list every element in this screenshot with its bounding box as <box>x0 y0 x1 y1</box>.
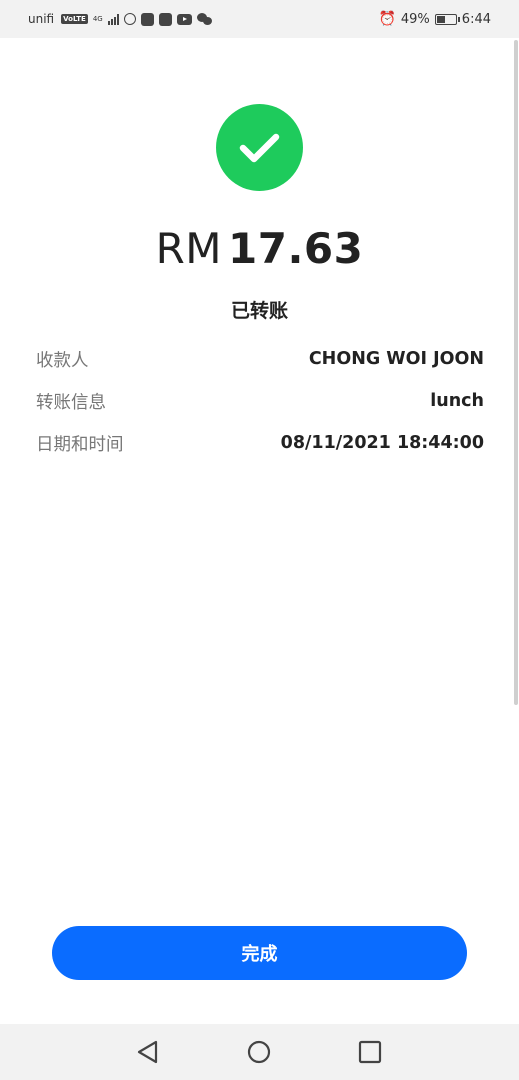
done-button[interactable]: 完成 <box>52 926 467 980</box>
wechat-icon <box>196 13 213 25</box>
transfer-status: 已转账 <box>230 300 288 322</box>
clock: 6:44 <box>461 11 491 27</box>
message-label: 转账信息 <box>36 392 106 413</box>
scroll-indicator[interactable] <box>514 40 518 705</box>
success-check-icon <box>216 104 303 191</box>
carrier-name: unifi <box>28 12 55 26</box>
status-bar-left: unifi VoLTE 4G <box>28 12 213 26</box>
notification-icon <box>140 12 154 26</box>
recipient-value: CHONG WOI JOON <box>308 349 484 369</box>
network-type: 4G <box>92 14 103 23</box>
amount-value: 17.63 <box>228 224 364 273</box>
detail-row-message: 转账信息 lunch <box>36 386 484 416</box>
detail-row-recipient: 收款人 CHONG WOI JOON <box>36 344 484 374</box>
status-bar: unifi VoLTE 4G ⏰ 49% 6:44 <box>0 0 519 38</box>
youtube-icon <box>176 13 192 25</box>
inbox-icon <box>158 12 172 26</box>
alarm-icon: ⏰ <box>378 11 396 27</box>
message-value: lunch <box>430 391 484 411</box>
recipient-label: 收款人 <box>36 350 89 371</box>
battery-icon <box>434 13 460 25</box>
back-icon[interactable] <box>134 1038 162 1066</box>
home-icon[interactable] <box>245 1038 273 1066</box>
transfer-amount: RM 17.63 <box>0 224 519 273</box>
volte-badge: VoLTE <box>61 14 88 24</box>
recents-icon[interactable] <box>356 1038 384 1066</box>
datetime-value: 08/11/2021 18:44:00 <box>280 433 484 453</box>
datetime-label: 日期和时间 <box>36 434 124 455</box>
signal-icon <box>107 13 119 25</box>
navigation-bar <box>0 1024 519 1080</box>
whatsapp-icon <box>123 13 136 25</box>
currency-label: RM <box>155 224 223 273</box>
status-bar-right: ⏰ 49% 6:44 <box>378 11 491 27</box>
battery-percent: 49% <box>400 11 430 27</box>
checkmark-icon <box>239 133 280 163</box>
detail-row-datetime: 日期和时间 08/11/2021 18:44:00 <box>36 428 484 458</box>
